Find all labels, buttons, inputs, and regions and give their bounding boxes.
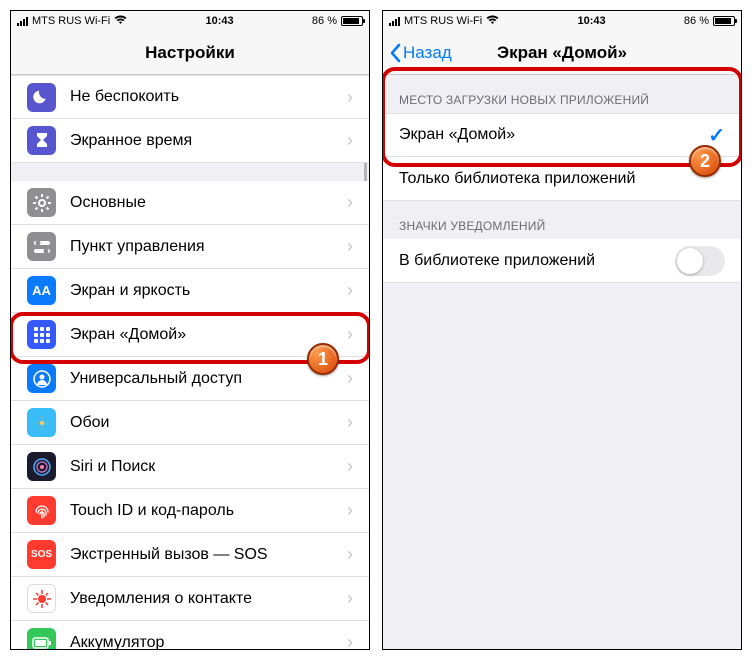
option-badges-in-library[interactable]: В библиотеке приложений bbox=[383, 239, 741, 283]
chevron-right-icon: › bbox=[347, 236, 353, 257]
wifi-icon bbox=[486, 15, 499, 28]
chevron-right-icon: › bbox=[347, 130, 353, 151]
nav-header: Назад Экран «Домой» bbox=[383, 31, 741, 75]
chevron-right-icon: › bbox=[347, 280, 353, 301]
settings-row[interactable]: Siri и Поиск › bbox=[11, 445, 369, 489]
status-bar: MTS RUS Wi-Fi 10:43 86 % bbox=[11, 11, 369, 31]
row-label: Экранное время bbox=[70, 132, 347, 150]
signal-icon bbox=[17, 17, 28, 26]
nav-header: Настройки bbox=[11, 31, 369, 75]
row-label: Touch ID и код-пароль bbox=[70, 502, 347, 520]
chevron-right-icon: › bbox=[347, 500, 353, 521]
battery-icon bbox=[713, 16, 735, 26]
row-label: Экран «Домой» bbox=[70, 326, 347, 344]
home-screen-settings: МЕСТО ЗАГРУЗКИ НОВЫХ ПРИЛОЖЕНИЙ Экран «Д… bbox=[383, 75, 741, 283]
toggle-switch[interactable] bbox=[675, 246, 725, 276]
battery-percent: 86 % bbox=[312, 15, 337, 27]
status-time: 10:43 bbox=[578, 15, 606, 27]
chevron-right-icon: › bbox=[347, 456, 353, 477]
page-title: Экран «Домой» bbox=[497, 43, 627, 63]
chevron-right-icon: › bbox=[347, 192, 353, 213]
person-icon bbox=[27, 364, 56, 393]
battery-icon bbox=[341, 16, 363, 26]
row-label: Экран и яркость bbox=[70, 282, 347, 300]
virus-icon bbox=[27, 584, 56, 613]
SOS-icon: SOS bbox=[27, 540, 56, 569]
chevron-right-icon: › bbox=[347, 324, 353, 345]
row-label: Уведомления о контакте bbox=[70, 590, 347, 608]
row-label: Пункт управления bbox=[70, 238, 347, 256]
option-label: Только библиотека приложений bbox=[399, 170, 725, 188]
annotation-badge-2: 2 bbox=[689, 145, 721, 177]
settings-list[interactable]: Не беспокоить › Экранное время › 1 Основ… bbox=[11, 75, 369, 650]
settings-row[interactable]: AA Экран и яркость › bbox=[11, 269, 369, 313]
grid-icon bbox=[27, 320, 56, 349]
status-bar: MTS RUS Wi-Fi 10:43 86 % bbox=[383, 11, 741, 31]
back-label: Назад bbox=[403, 43, 452, 63]
signal-icon bbox=[389, 17, 400, 26]
row-label: Siri и Поиск bbox=[70, 458, 347, 476]
row-label: Универсальный доступ bbox=[70, 370, 347, 388]
checkmark-icon: ✓ bbox=[708, 123, 725, 148]
settings-row[interactable]: Обои › bbox=[11, 401, 369, 445]
battery-percent: 86 % bbox=[684, 15, 709, 27]
hourglass-icon bbox=[27, 126, 56, 155]
annotation-badge-1: 1 bbox=[307, 343, 339, 375]
flower-icon bbox=[27, 408, 56, 437]
back-button[interactable]: Назад bbox=[389, 31, 452, 74]
chevron-right-icon: › bbox=[347, 544, 353, 565]
row-label: Экстренный вызов — SOS bbox=[70, 546, 347, 564]
carrier-label: MTS RUS Wi-Fi bbox=[32, 15, 110, 27]
switches-icon bbox=[27, 232, 56, 261]
battery-icon bbox=[27, 628, 56, 650]
status-time: 10:43 bbox=[206, 15, 234, 27]
chevron-right-icon: › bbox=[347, 588, 353, 609]
section-header-download: МЕСТО ЗАГРУЗКИ НОВЫХ ПРИЛОЖЕНИЙ bbox=[383, 75, 741, 113]
chevron-right-icon: › bbox=[347, 632, 353, 650]
chevron-right-icon: › bbox=[347, 87, 353, 108]
option-home-screen[interactable]: Экран «Домой» ✓ bbox=[383, 113, 741, 157]
option-app-library-only[interactable]: Только библиотека приложений bbox=[383, 157, 741, 201]
row-label: Обои bbox=[70, 414, 347, 432]
right-screenshot: MTS RUS Wi-Fi 10:43 86 % Назад Экран «До… bbox=[382, 10, 742, 650]
settings-row[interactable]: Touch ID и код-пароль › bbox=[11, 489, 369, 533]
page-title: Настройки bbox=[145, 43, 235, 63]
option-label: Экран «Домой» bbox=[399, 126, 708, 144]
row-label: Не беспокоить bbox=[70, 88, 347, 106]
finger-icon bbox=[27, 496, 56, 525]
settings-row[interactable]: Аккумулятор › bbox=[11, 621, 369, 650]
option-label: В библиотеке приложений bbox=[399, 252, 675, 270]
wifi-icon bbox=[114, 15, 127, 28]
gear-icon bbox=[27, 188, 56, 217]
settings-row[interactable]: Пункт управления › bbox=[11, 225, 369, 269]
carrier-label: MTS RUS Wi-Fi bbox=[404, 15, 482, 27]
chevron-right-icon: › bbox=[347, 368, 353, 389]
chevron-right-icon: › bbox=[347, 412, 353, 433]
row-label: Основные bbox=[70, 194, 347, 212]
left-screenshot: MTS RUS Wi-Fi 10:43 86 % Настройки Не бе… bbox=[10, 10, 370, 650]
settings-row[interactable]: Основные › bbox=[11, 181, 369, 225]
siri-icon bbox=[27, 452, 56, 481]
AA-icon: AA bbox=[27, 276, 56, 305]
settings-row[interactable]: Экранное время › bbox=[11, 119, 369, 163]
row-label: Аккумулятор bbox=[70, 634, 347, 651]
settings-row[interactable]: SOS Экстренный вызов — SOS › bbox=[11, 533, 369, 577]
settings-row[interactable]: Не беспокоить › bbox=[11, 75, 369, 119]
settings-row[interactable]: Уведомления о контакте › bbox=[11, 577, 369, 621]
moon-icon bbox=[27, 83, 56, 112]
section-header-badges: ЗНАЧКИ УВЕДОМЛЕНИЙ bbox=[383, 201, 741, 239]
